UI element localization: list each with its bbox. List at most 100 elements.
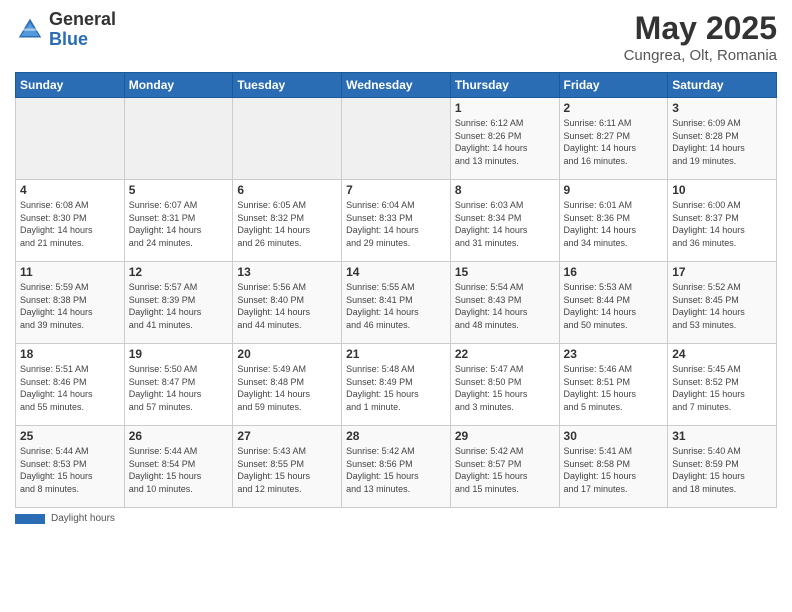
calendar-cell: 15 Sunrise: 5:54 AM Sunset: 8:43 PM Dayli… <box>450 262 559 344</box>
day-info: Sunrise: 5:46 AM Sunset: 8:51 PM Dayligh… <box>564 363 664 413</box>
col-header-friday: Friday <box>559 73 668 98</box>
day-info: Sunrise: 5:56 AM Sunset: 8:40 PM Dayligh… <box>237 281 337 331</box>
day-number: 15 <box>455 265 555 279</box>
day-info: Sunrise: 5:50 AM Sunset: 8:47 PM Dayligh… <box>129 363 229 413</box>
calendar-table: SundayMondayTuesdayWednesdayThursdayFrid… <box>15 72 777 508</box>
calendar-cell: 23 Sunrise: 5:46 AM Sunset: 8:51 PM Dayli… <box>559 344 668 426</box>
day-number: 18 <box>20 347 120 361</box>
col-header-tuesday: Tuesday <box>233 73 342 98</box>
day-info: Sunrise: 5:52 AM Sunset: 8:45 PM Dayligh… <box>672 281 772 331</box>
calendar-cell: 17 Sunrise: 5:52 AM Sunset: 8:45 PM Dayli… <box>668 262 777 344</box>
calendar-cell <box>342 98 451 180</box>
calendar-week-4: 18 Sunrise: 5:51 AM Sunset: 8:46 PM Dayli… <box>16 344 777 426</box>
day-info: Sunrise: 5:44 AM Sunset: 8:53 PM Dayligh… <box>20 445 120 495</box>
day-info: Sunrise: 5:44 AM Sunset: 8:54 PM Dayligh… <box>129 445 229 495</box>
day-info: Sunrise: 6:09 AM Sunset: 8:28 PM Dayligh… <box>672 117 772 167</box>
calendar-week-1: 1 Sunrise: 6:12 AM Sunset: 8:26 PM Daylig… <box>16 98 777 180</box>
calendar-cell: 26 Sunrise: 5:44 AM Sunset: 8:54 PM Dayli… <box>124 426 233 508</box>
calendar-cell: 9 Sunrise: 6:01 AM Sunset: 8:36 PM Daylig… <box>559 180 668 262</box>
day-info: Sunrise: 5:48 AM Sunset: 8:49 PM Dayligh… <box>346 363 446 413</box>
calendar-cell: 16 Sunrise: 5:53 AM Sunset: 8:44 PM Dayli… <box>559 262 668 344</box>
day-info: Sunrise: 5:51 AM Sunset: 8:46 PM Dayligh… <box>20 363 120 413</box>
day-info: Sunrise: 5:54 AM Sunset: 8:43 PM Dayligh… <box>455 281 555 331</box>
day-info: Sunrise: 6:03 AM Sunset: 8:34 PM Dayligh… <box>455 199 555 249</box>
calendar-cell <box>16 98 125 180</box>
calendar-cell: 24 Sunrise: 5:45 AM Sunset: 8:52 PM Dayli… <box>668 344 777 426</box>
day-info: Sunrise: 5:57 AM Sunset: 8:39 PM Dayligh… <box>129 281 229 331</box>
calendar-cell <box>124 98 233 180</box>
calendar-cell <box>233 98 342 180</box>
footer-label: Daylight hours <box>51 513 115 524</box>
day-number: 26 <box>129 429 229 443</box>
day-info: Sunrise: 5:49 AM Sunset: 8:48 PM Dayligh… <box>237 363 337 413</box>
calendar-subtitle: Cungrea, Olt, Romania <box>624 47 777 64</box>
day-info: Sunrise: 6:01 AM Sunset: 8:36 PM Dayligh… <box>564 199 664 249</box>
day-number: 31 <box>672 429 772 443</box>
day-number: 11 <box>20 265 120 279</box>
day-number: 20 <box>237 347 337 361</box>
day-number: 14 <box>346 265 446 279</box>
day-number: 24 <box>672 347 772 361</box>
header: General Blue May 2025 Cungrea, Olt, Roma… <box>15 10 777 64</box>
calendar-cell: 30Sunrise: 5:41 AM Sunset: 8:58 PM Dayli… <box>559 426 668 508</box>
calendar-cell: 2 Sunrise: 6:11 AM Sunset: 8:27 PM Daylig… <box>559 98 668 180</box>
day-number: 6 <box>237 183 337 197</box>
day-number: 23 <box>564 347 664 361</box>
calendar-cell: 29 Sunrise: 5:42 AM Sunset: 8:57 PM Dayli… <box>450 426 559 508</box>
day-number: 21 <box>346 347 446 361</box>
day-number: 29 <box>455 429 555 443</box>
day-info: Sunrise: 5:59 AM Sunset: 8:38 PM Dayligh… <box>20 281 120 331</box>
day-info: Sunrise: 6:11 AM Sunset: 8:27 PM Dayligh… <box>564 117 664 167</box>
day-number: 30 <box>564 429 664 443</box>
calendar-cell: 4Sunrise: 6:08 AM Sunset: 8:30 PM Daylig… <box>16 180 125 262</box>
day-info: Sunrise: 6:08 AM Sunset: 8:30 PM Dayligh… <box>20 199 120 249</box>
calendar-cell: 14 Sunrise: 5:55 AM Sunset: 8:41 PM Dayli… <box>342 262 451 344</box>
day-number: 9 <box>564 183 664 197</box>
day-info: Sunrise: 6:04 AM Sunset: 8:33 PM Dayligh… <box>346 199 446 249</box>
day-number: 28 <box>346 429 446 443</box>
day-number: 13 <box>237 265 337 279</box>
day-number: 8 <box>455 183 555 197</box>
day-number: 27 <box>237 429 337 443</box>
calendar-cell: 19 Sunrise: 5:50 AM Sunset: 8:47 PM Dayli… <box>124 344 233 426</box>
calendar-cell: 12Sunrise: 5:57 AM Sunset: 8:39 PM Dayli… <box>124 262 233 344</box>
day-info: Sunrise: 5:53 AM Sunset: 8:44 PM Dayligh… <box>564 281 664 331</box>
logo-text: General Blue <box>49 10 116 50</box>
col-header-monday: Monday <box>124 73 233 98</box>
day-number: 1 <box>455 101 555 115</box>
calendar-cell: 13 Sunrise: 5:56 AM Sunset: 8:40 PM Dayli… <box>233 262 342 344</box>
day-number: 17 <box>672 265 772 279</box>
calendar-cell: 21 Sunrise: 5:48 AM Sunset: 8:49 PM Dayli… <box>342 344 451 426</box>
col-header-wednesday: Wednesday <box>342 73 451 98</box>
day-info: Sunrise: 5:55 AM Sunset: 8:41 PM Dayligh… <box>346 281 446 331</box>
day-number: 19 <box>129 347 229 361</box>
logo: General Blue <box>15 10 116 50</box>
logo-icon <box>15 15 45 45</box>
calendar-cell: 6Sunrise: 6:05 AM Sunset: 8:32 PM Daylig… <box>233 180 342 262</box>
calendar-cell: 25Sunrise: 5:44 AM Sunset: 8:53 PM Dayli… <box>16 426 125 508</box>
calendar-cell: 27Sunrise: 5:43 AM Sunset: 8:55 PM Dayli… <box>233 426 342 508</box>
calendar-cell: 5Sunrise: 6:07 AM Sunset: 8:31 PM Daylig… <box>124 180 233 262</box>
day-info: Sunrise: 6:00 AM Sunset: 8:37 PM Dayligh… <box>672 199 772 249</box>
calendar-week-2: 4Sunrise: 6:08 AM Sunset: 8:30 PM Daylig… <box>16 180 777 262</box>
calendar-cell: 3 Sunrise: 6:09 AM Sunset: 8:28 PM Daylig… <box>668 98 777 180</box>
calendar-cell: 1 Sunrise: 6:12 AM Sunset: 8:26 PM Daylig… <box>450 98 559 180</box>
calendar-cell: 11 Sunrise: 5:59 AM Sunset: 8:38 PM Dayli… <box>16 262 125 344</box>
page: General Blue May 2025 Cungrea, Olt, Roma… <box>0 0 792 612</box>
calendar-week-3: 11 Sunrise: 5:59 AM Sunset: 8:38 PM Dayli… <box>16 262 777 344</box>
day-number: 2 <box>564 101 664 115</box>
day-number: 5 <box>129 183 229 197</box>
calendar-cell: 20 Sunrise: 5:49 AM Sunset: 8:48 PM Dayli… <box>233 344 342 426</box>
day-number: 3 <box>672 101 772 115</box>
day-info: Sunrise: 6:12 AM Sunset: 8:26 PM Dayligh… <box>455 117 555 167</box>
calendar-cell: 22Sunrise: 5:47 AM Sunset: 8:50 PM Dayli… <box>450 344 559 426</box>
day-info: Sunrise: 5:40 AM Sunset: 8:59 PM Dayligh… <box>672 445 772 495</box>
calendar-cell: 7Sunrise: 6:04 AM Sunset: 8:33 PM Daylig… <box>342 180 451 262</box>
day-number: 22 <box>455 347 555 361</box>
calendar-week-5: 25Sunrise: 5:44 AM Sunset: 8:53 PM Dayli… <box>16 426 777 508</box>
day-info: Sunrise: 5:45 AM Sunset: 8:52 PM Dayligh… <box>672 363 772 413</box>
day-info: Sunrise: 5:42 AM Sunset: 8:57 PM Dayligh… <box>455 445 555 495</box>
calendar-cell: 28 Sunrise: 5:42 AM Sunset: 8:56 PM Dayli… <box>342 426 451 508</box>
day-number: 16 <box>564 265 664 279</box>
day-info: Sunrise: 5:42 AM Sunset: 8:56 PM Dayligh… <box>346 445 446 495</box>
